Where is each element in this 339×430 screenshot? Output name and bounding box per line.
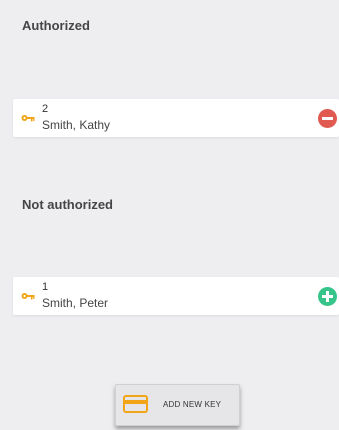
remove-key-button[interactable] [318,109,337,128]
plus-circle-icon [322,291,333,302]
key-management-screen: Authorized 2 Smith, Kathy Not authorized… [6,4,339,428]
key-holder-name: Smith, Peter [42,296,109,310]
minus-circle-icon [322,117,333,120]
not-authorized-section-title: Not authorized [22,197,113,212]
not-authorized-key-row[interactable]: 1 Smith, Peter [13,277,339,315]
key-number: 2 [42,103,49,115]
add-new-key-label: ADD NEW KEY [163,400,222,409]
authorized-section-title: Authorized [22,18,90,33]
add-key-authorization-button[interactable] [318,287,337,306]
key-icon [21,115,35,122]
authorized-key-row[interactable]: 2 Smith, Kathy [13,99,339,137]
key-icon [21,293,35,300]
add-new-key-button[interactable]: ADD NEW KEY [115,384,240,426]
key-number: 1 [42,281,49,293]
card-icon [123,395,148,413]
key-holder-name: Smith, Kathy [42,118,111,132]
